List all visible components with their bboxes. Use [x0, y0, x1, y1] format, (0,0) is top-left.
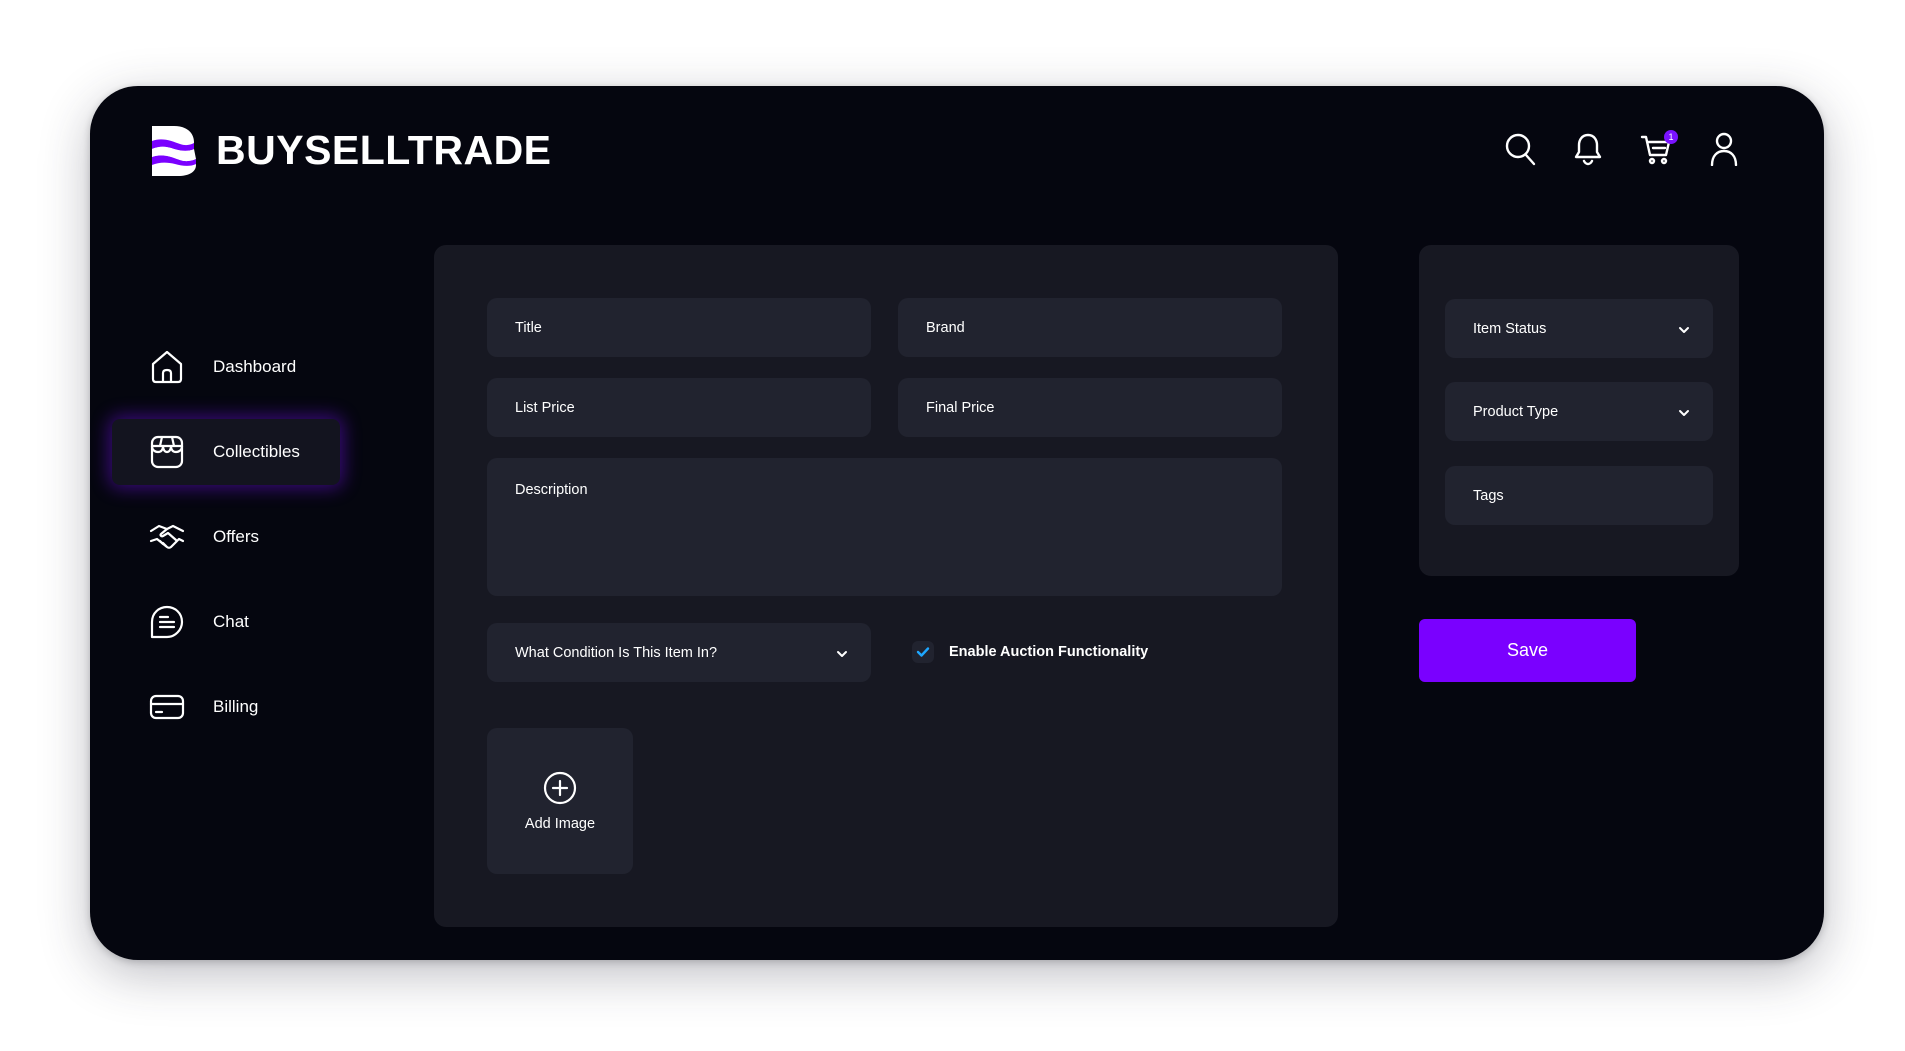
list-price-input[interactable]: List Price [487, 378, 871, 437]
checkmark-icon [916, 647, 930, 657]
auction-checkbox[interactable] [912, 641, 934, 663]
user-icon[interactable] [1708, 132, 1740, 166]
storefront-icon [149, 434, 185, 470]
chevron-down-icon [1679, 409, 1689, 416]
sidebar-item-label: Collectibles [213, 442, 300, 461]
plus-circle-icon [543, 771, 577, 805]
product-type-select[interactable]: Product Type [1445, 382, 1713, 441]
tags-input[interactable]: Tags [1445, 466, 1713, 525]
product-type-placeholder: Product Type [1473, 403, 1559, 420]
credit-card-icon [149, 689, 185, 725]
title-input[interactable]: Title [487, 298, 871, 357]
sidebar-item-offers[interactable]: Offers [112, 504, 340, 570]
brand-input[interactable]: Brand [898, 298, 1282, 357]
add-image-label: Add Image [524, 815, 596, 832]
list-price-placeholder: List Price [515, 399, 575, 416]
save-button[interactable]: Save [1419, 619, 1636, 682]
sidebar-item-chat[interactable]: Chat [112, 589, 340, 655]
final-price-input[interactable]: Final Price [898, 378, 1282, 437]
auction-label: Enable Auction Functionality [949, 644, 1149, 660]
search-icon[interactable] [1504, 132, 1536, 166]
sidebar-item-dashboard[interactable]: Dashboard [112, 334, 340, 400]
auction-toggle-row[interactable]: Enable Auction Functionality [912, 641, 1148, 663]
chevron-down-icon [837, 650, 847, 657]
chat-icon [149, 604, 185, 640]
bell-icon[interactable] [1572, 132, 1604, 166]
app-window: BUYSELLTRADE 1 Dashboard Collectibles Of… [90, 86, 1824, 960]
sidebar-item-label: Dashboard [213, 357, 297, 376]
handshake-icon [149, 519, 185, 555]
description-textarea[interactable]: Description [487, 458, 1282, 596]
sidebar-item-label: Billing [213, 697, 259, 716]
condition-select[interactable]: What Condition Is This Item In? [487, 623, 871, 682]
sidebar-item-label: Offers [213, 527, 259, 546]
tags-placeholder: Tags [1473, 487, 1504, 504]
item-status-placeholder: Item Status [1473, 320, 1547, 337]
home-icon [149, 349, 185, 385]
item-status-select[interactable]: Item Status [1445, 299, 1713, 358]
sidebar-item-collectibles[interactable]: Collectibles [112, 419, 340, 485]
sidebar-item-billing[interactable]: Billing [112, 674, 340, 740]
cart-count-badge: 1 [1664, 130, 1678, 144]
item-meta-panel: Item Status Product Type Tags [1419, 245, 1739, 576]
item-form-panel: Title Brand List Price Final Price Descr… [434, 245, 1338, 927]
brand-name: BUYSELLTRADE [216, 126, 552, 173]
description-placeholder: Description [515, 482, 588, 498]
logo[interactable]: BUYSELLTRADE [148, 124, 552, 176]
logo-mark-icon [152, 126, 196, 176]
add-image-button[interactable]: Add Image [487, 728, 633, 874]
brand-placeholder: Brand [926, 319, 965, 336]
sidebar: Dashboard Collectibles Offers Chat Billi… [112, 334, 340, 759]
sidebar-item-label: Chat [213, 612, 249, 631]
title-placeholder: Title [515, 319, 542, 336]
header-actions: 1 [1504, 130, 1740, 166]
condition-placeholder: What Condition Is This Item In? [515, 644, 718, 661]
final-price-placeholder: Final Price [926, 399, 995, 416]
cart-icon[interactable]: 1 [1640, 130, 1678, 166]
chevron-down-icon [1679, 326, 1689, 333]
